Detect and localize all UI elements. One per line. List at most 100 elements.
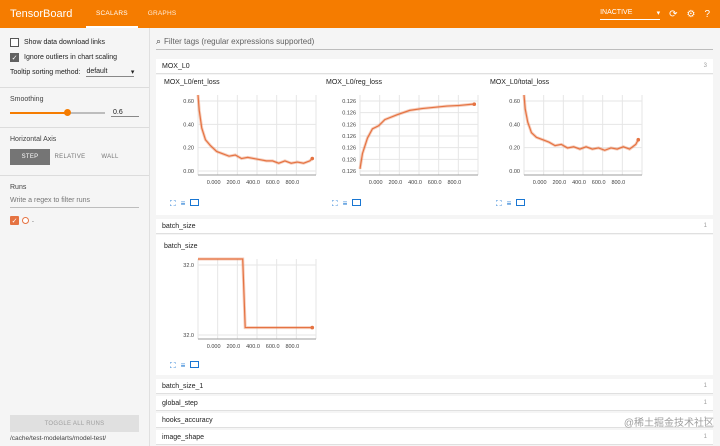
runs-filter-input[interactable]: Write a regex to filter runs <box>10 197 139 208</box>
category-name: image_shape <box>162 433 205 441</box>
x-tick-label: 800.0 <box>285 344 299 350</box>
ignore-outliers-label: Ignore outliers in chart scaling <box>24 54 117 61</box>
chart-card: MOX_L0/total_loss 0.00 0.20 0.40 0.60 0.000 2… <box>490 79 650 209</box>
axis-wall-button[interactable]: WALL <box>90 149 130 165</box>
category-header-batch-size-1[interactable]: batch_size_1 1 <box>156 379 713 394</box>
fullscreen-icon[interactable]: ⛶ <box>332 199 338 209</box>
watermark: @稀土掘金技术社区 <box>623 418 714 429</box>
log-path: /cache/test-modelarts/model-test/ <box>10 435 107 442</box>
y-tick-label: 0.40 <box>183 122 194 128</box>
filter-tags-input[interactable]: Filter tags (regular expressions support… <box>164 37 314 46</box>
category-header-global-step[interactable]: global_step 1 <box>156 396 713 411</box>
show-download-label: Show data download links <box>24 39 105 46</box>
run-item[interactable]: ✓ . <box>10 216 139 225</box>
list-icon[interactable]: ≡ <box>181 361 186 371</box>
run-color-dot[interactable] <box>22 217 29 224</box>
axis-relative-button[interactable]: RELATIVE <box>50 149 90 165</box>
inactive-select-value: INACTIVE <box>600 8 633 16</box>
inactive-select[interactable]: INACTIVE ▾ <box>600 8 661 20</box>
fit-domain-icon[interactable] <box>190 361 200 368</box>
category-name: global_step <box>162 399 198 407</box>
chart-card: MOX_L0/ent_loss 0.00 0.20 0.40 0.60 0.000 200… <box>164 79 324 209</box>
category-header-batch-size[interactable]: batch_size 1 <box>156 219 713 234</box>
chart-ent-loss[interactable]: 0.00 0.20 0.40 0.60 0.000 200.0 400.0 600.0 800.… <box>164 89 324 197</box>
chart-tools: ⛶ ≡ <box>332 199 362 209</box>
toggle-all-runs-button[interactable]: TOGGLE ALL RUNS <box>10 415 139 432</box>
search-icon: ⌕ <box>156 36 162 46</box>
series-raw-line <box>198 257 313 330</box>
fit-domain-icon[interactable] <box>190 199 200 206</box>
y-tick-label: 0.126 <box>342 99 356 105</box>
y-tick-label: 0.126 <box>342 122 356 128</box>
divider <box>0 175 149 176</box>
chart-title: batch_size <box>164 243 198 250</box>
x-tick-label: 600.0 <box>592 180 606 186</box>
x-tick-label: 200.0 <box>552 180 566 186</box>
gear-icon[interactable]: ⚙ <box>686 9 695 20</box>
sidebar: Show data download links ✓ Ignore outlie… <box>0 28 150 446</box>
x-tick-label: 800.0 <box>447 180 461 186</box>
x-tick-label: 200.0 <box>388 180 402 186</box>
smoothing-input[interactable]: 0.6 <box>111 109 139 117</box>
y-tick-label: 32.0 <box>183 263 194 269</box>
x-tick-label: 0.000 <box>207 180 221 186</box>
fullscreen-icon[interactable]: ⛶ <box>170 361 176 371</box>
series-line <box>197 94 313 164</box>
series-line <box>198 258 313 329</box>
show-download-row[interactable]: Show data download links <box>10 38 139 47</box>
runs-label: Runs <box>10 184 27 191</box>
category-name: batch_size_1 <box>162 382 204 390</box>
fit-domain-icon[interactable] <box>352 199 362 206</box>
list-icon[interactable]: ≡ <box>507 199 512 209</box>
smoothing-slider-thumb[interactable] <box>64 109 71 116</box>
x-tick-label: 0.000 <box>533 180 547 186</box>
axis-buttons: STEP RELATIVE WALL <box>10 149 139 165</box>
help-icon[interactable]: ? <box>704 9 710 20</box>
run-checkbox[interactable]: ✓ <box>10 216 19 225</box>
y-tick-label: 0.126 <box>342 134 356 140</box>
top-bar: TensorBoard SCALARS GRAPHS INACTIVE ▾ ⟳ … <box>0 0 720 28</box>
fullscreen-icon[interactable]: ⛶ <box>170 199 176 209</box>
chart-title: MOX_L0/total_loss <box>490 79 550 86</box>
smoothing-slider[interactable] <box>10 109 105 116</box>
y-tick-label: 0.126 <box>342 111 356 117</box>
tooltip-sort-row: Tooltip sorting method: default ▾ <box>10 68 139 77</box>
list-icon[interactable]: ≡ <box>343 199 348 209</box>
chart-reg-loss[interactable]: 0.126 0.126 0.126 0.126 0.126 0.126 0.126 0.000… <box>326 89 486 197</box>
chart-title: MOX_L0/ent_loss <box>164 79 220 86</box>
main-content: ⌕ Filter tags (regular expressions suppo… <box>151 28 720 446</box>
chart-batch-size[interactable]: 32.0 32.0 0.000 200.0 400.0 600.0 800.0 <box>164 253 324 361</box>
chart-total-loss[interactable]: 0.00 0.20 0.40 0.60 0.000 200.0 400.0 600.0 800.… <box>490 89 650 197</box>
series-end-point <box>310 325 315 330</box>
y-tick-label: 0.40 <box>509 122 520 128</box>
y-tick-label: 0.60 <box>183 99 194 105</box>
category-header-mox-l0[interactable]: MOX_L0 3 <box>156 59 713 74</box>
tab-scalars[interactable]: SCALARS <box>86 0 138 28</box>
x-tick-label: 800.0 <box>611 180 625 186</box>
category-header-image-shape[interactable]: image_shape 1 <box>156 430 713 445</box>
ignore-outliers-row[interactable]: ✓ Ignore outliers in chart scaling <box>10 53 139 62</box>
y-tick-label: 0.126 <box>342 169 356 175</box>
list-icon[interactable]: ≡ <box>181 199 186 209</box>
series-raw-line <box>196 94 314 165</box>
top-right-controls: INACTIVE ▾ ⟳ ⚙ ? <box>600 0 710 28</box>
tooltip-sort-label: Tooltip sorting method: <box>10 69 81 76</box>
category-name: hooks_accuracy <box>162 416 213 424</box>
x-tick-label: 800.0 <box>285 180 299 186</box>
category-panel-mox-l0: MOX_L0/ent_loss 0.00 0.20 0.40 0.60 0.000 200… <box>156 75 713 215</box>
tab-graphs[interactable]: GRAPHS <box>138 0 187 28</box>
fit-domain-icon[interactable] <box>516 199 526 206</box>
tooltip-sort-select[interactable]: default ▾ <box>86 68 135 77</box>
divider <box>0 127 149 128</box>
y-tick-label: 0.20 <box>183 146 194 152</box>
x-tick-label: 600.0 <box>266 344 280 350</box>
chart-title: MOX_L0/reg_loss <box>326 79 383 86</box>
show-download-checkbox[interactable] <box>10 38 19 47</box>
axis-step-button[interactable]: STEP <box>10 149 50 165</box>
fullscreen-icon[interactable]: ⛶ <box>496 199 502 209</box>
category-name: MOX_L0 <box>162 62 190 70</box>
x-tick-label: 200.0 <box>226 180 240 186</box>
filter-tags-row[interactable]: ⌕ Filter tags (regular expressions suppo… <box>156 34 713 50</box>
ignore-outliers-checkbox[interactable]: ✓ <box>10 53 19 62</box>
refresh-icon[interactable]: ⟳ <box>669 9 677 20</box>
